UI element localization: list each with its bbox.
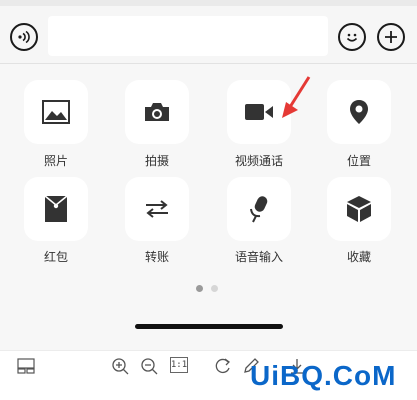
location-tile[interactable] bbox=[327, 80, 391, 144]
plus-icon[interactable] bbox=[377, 23, 405, 51]
image-icon bbox=[42, 100, 70, 124]
favorites-tile[interactable] bbox=[327, 177, 391, 241]
photo-tile[interactable] bbox=[24, 80, 88, 144]
camera-label: 拍摄 bbox=[144, 154, 169, 168]
page-dot[interactable] bbox=[211, 285, 218, 292]
transfer-tile[interactable] bbox=[125, 177, 189, 241]
home-indicator bbox=[135, 324, 283, 329]
cube-icon bbox=[347, 196, 371, 222]
message-input[interactable] bbox=[48, 16, 328, 56]
red-envelope-tile[interactable] bbox=[24, 177, 88, 241]
transfer-label: 转账 bbox=[144, 250, 169, 264]
location-label: 位置 bbox=[346, 154, 371, 168]
annotation-arrow bbox=[282, 76, 311, 118]
voice-input-label: 语音输入 bbox=[234, 250, 283, 264]
video-call-label: 视频通话 bbox=[234, 154, 283, 168]
watermark: UiBQ.CoM bbox=[250, 360, 397, 391]
camera-icon bbox=[145, 103, 169, 121]
favorites-label: 收藏 bbox=[346, 250, 371, 264]
camera-tile[interactable] bbox=[125, 80, 189, 144]
actual-size-button[interactable]: 1:1 bbox=[170, 357, 188, 373]
transfer-arrows-icon bbox=[146, 200, 168, 218]
zoom-in-icon[interactable] bbox=[110, 356, 130, 376]
photo-label: 照片 bbox=[43, 154, 68, 168]
page-dot-active[interactable] bbox=[196, 285, 203, 292]
layout-icon[interactable] bbox=[16, 356, 36, 376]
voice-input-tile[interactable] bbox=[227, 177, 291, 241]
chat-input-bar bbox=[0, 6, 417, 64]
red-envelope-label: 红包 bbox=[43, 250, 68, 264]
location-pin-icon bbox=[350, 100, 368, 124]
page-indicator bbox=[196, 285, 218, 292]
rotate-icon[interactable] bbox=[213, 356, 233, 376]
emoji-icon[interactable] bbox=[338, 23, 366, 51]
zoom-out-icon[interactable] bbox=[139, 356, 159, 376]
microphone-icon bbox=[250, 196, 268, 223]
video-camera-icon bbox=[245, 104, 273, 120]
red-envelope-icon bbox=[44, 195, 68, 222]
voice-icon[interactable] bbox=[10, 23, 38, 51]
